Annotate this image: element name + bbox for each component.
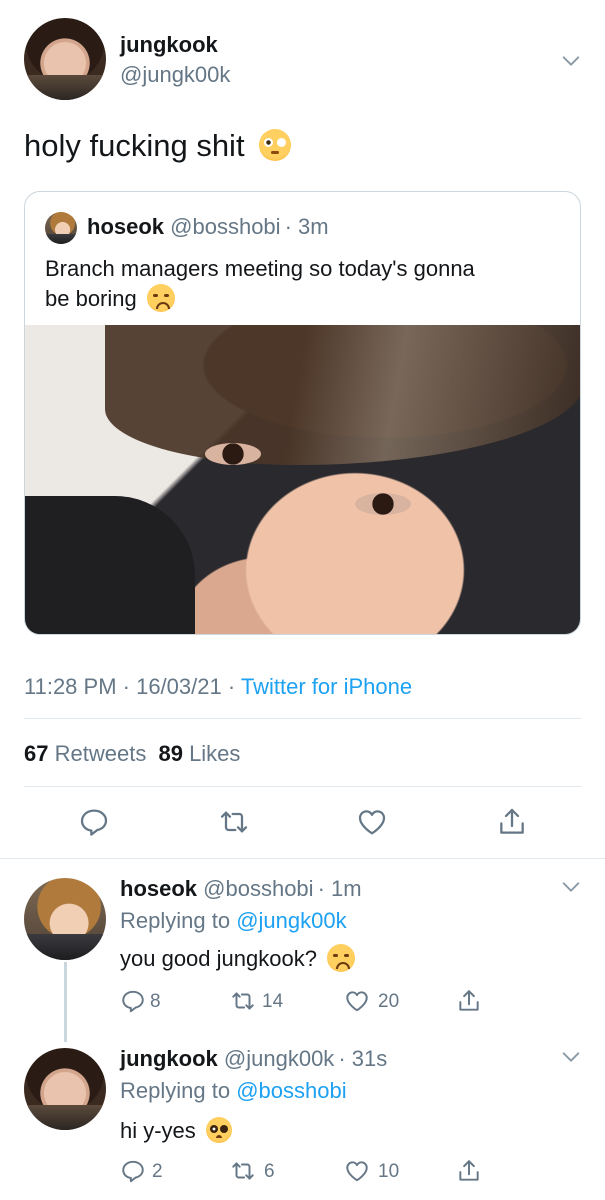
quoted-tweet-header: hoseok @bosshobi · 3m: [87, 214, 329, 240]
quoted-text-line-2: be boring: [45, 284, 175, 314]
photo-jacket: [25, 496, 195, 634]
divider-meta: [24, 718, 581, 719]
reply-2-text: hi y-yes: [120, 1117, 232, 1145]
tweet-text: holy fucking shit: [24, 128, 292, 164]
quoted-handle: @bosshobi: [170, 214, 281, 239]
quoted-tweet-photo[interactable]: [25, 325, 580, 634]
reply-2-retweet-icon[interactable]: [230, 1158, 256, 1184]
quoted-text-line-2-content: be boring: [45, 286, 137, 311]
reply-2-display-name[interactable]: jungkook: [120, 1046, 218, 1071]
reply-1-like-icon[interactable]: [344, 988, 370, 1014]
divider-thread: [0, 858, 605, 859]
reply-1-replying-label: Replying to: [120, 908, 231, 933]
avatar-hoseok[interactable]: [24, 878, 106, 960]
reply-1-reply-count: 8: [150, 991, 161, 1012]
reply-2-chevron-down-icon[interactable]: [560, 1046, 582, 1068]
thread-connector-line: [64, 962, 67, 1042]
like-count[interactable]: 89: [158, 741, 182, 766]
retweet-label[interactable]: Retweets: [55, 741, 147, 766]
reply-2-share-icon[interactable]: [456, 1158, 482, 1184]
reply-1-text: you good jungkook?: [120, 944, 356, 974]
reply-icon[interactable]: [78, 806, 110, 838]
reply-2-header: jungkook @jungk00k · 31s: [120, 1046, 387, 1072]
reply-2-handle[interactable]: @jungk00k: [224, 1046, 334, 1071]
tweet-text-content: holy fucking shit: [24, 128, 245, 163]
reply-1-handle[interactable]: @bosshobi: [203, 876, 313, 901]
reply-2-like-icon[interactable]: [344, 1158, 370, 1184]
reply-2-reply-count: 2: [152, 1161, 163, 1182]
pleading-face-emoji: [205, 1117, 232, 1144]
reply-2-replying-link[interactable]: @bosshobi: [236, 1078, 346, 1103]
reply-1-replying-link[interactable]: @jungk00k: [236, 908, 346, 933]
reply-1-header: hoseok @bosshobi · 1m: [120, 876, 362, 902]
reply-1-time: · 1m: [317, 876, 362, 901]
reply-2-replying-to: Replying to @bosshobi: [120, 1078, 347, 1104]
photo-eye-right: [355, 493, 411, 515]
quoted-display-name: hoseok: [87, 214, 165, 239]
author-handle[interactable]: @jungk00k: [120, 62, 230, 88]
reply-1-retweet-icon[interactable]: [230, 988, 256, 1014]
reply-1-like-count: 20: [378, 991, 400, 1012]
avatar-jungkook[interactable]: [24, 18, 106, 100]
reply-1-retweet-count: 14: [262, 991, 284, 1012]
quoted-text-line-1: Branch managers meeting so today's gonna: [45, 256, 475, 281]
avatar-hoseok-small: [45, 212, 77, 244]
flushed-face-emoji: [259, 128, 292, 161]
disappointed-face-emoji: [146, 284, 175, 313]
avatar-jungkook-reply[interactable]: [24, 1048, 106, 1130]
reply-1-reply-icon[interactable]: [120, 988, 146, 1014]
reply-2-text-content: hi y-yes: [120, 1118, 196, 1143]
tweet-timestamp: 11:28 PM · 16/03/21 ·: [24, 674, 236, 699]
reply-1-display-name[interactable]: hoseok: [120, 876, 197, 901]
reply-1-replying-to: Replying to @jungk00k: [120, 908, 347, 934]
reply-2-replying-label: Replying to: [120, 1078, 231, 1103]
reply-1-text-content: you good jungkook?: [120, 946, 317, 971]
photo-hair: [105, 325, 580, 465]
divider-counts: [24, 786, 581, 787]
reply-2-like-count: 10: [378, 1161, 400, 1182]
author-display-name[interactable]: jungkook: [120, 32, 218, 58]
reply-2-retweet-count: 6: [264, 1161, 275, 1182]
photo-eye-left: [205, 443, 261, 465]
engagement-counts: 67 Retweets 89 Likes: [24, 741, 240, 767]
chevron-down-icon[interactable]: [560, 50, 582, 72]
tweet-meta: 11:28 PM · 16/03/21 · Twitter for iPhone: [24, 674, 412, 700]
reply-1-share-icon[interactable]: [456, 988, 482, 1014]
raised-eyebrow-face-emoji: [327, 944, 356, 973]
like-icon[interactable]: [356, 806, 388, 838]
retweet-count[interactable]: 67: [24, 741, 48, 766]
share-icon[interactable]: [496, 806, 528, 838]
reply-2-reply-icon[interactable]: [120, 1158, 146, 1184]
reply-2-time: · 31s: [338, 1046, 388, 1071]
tweet-source-link[interactable]: Twitter for iPhone: [241, 674, 412, 699]
quoted-time: · 3m: [284, 214, 329, 239]
like-label[interactable]: Likes: [189, 741, 240, 766]
quoted-tweet-card[interactable]: hoseok @bosshobi · 3m Branch managers mee…: [24, 191, 581, 635]
retweet-icon[interactable]: [218, 806, 250, 838]
reply-1-chevron-down-icon[interactable]: [560, 876, 582, 898]
